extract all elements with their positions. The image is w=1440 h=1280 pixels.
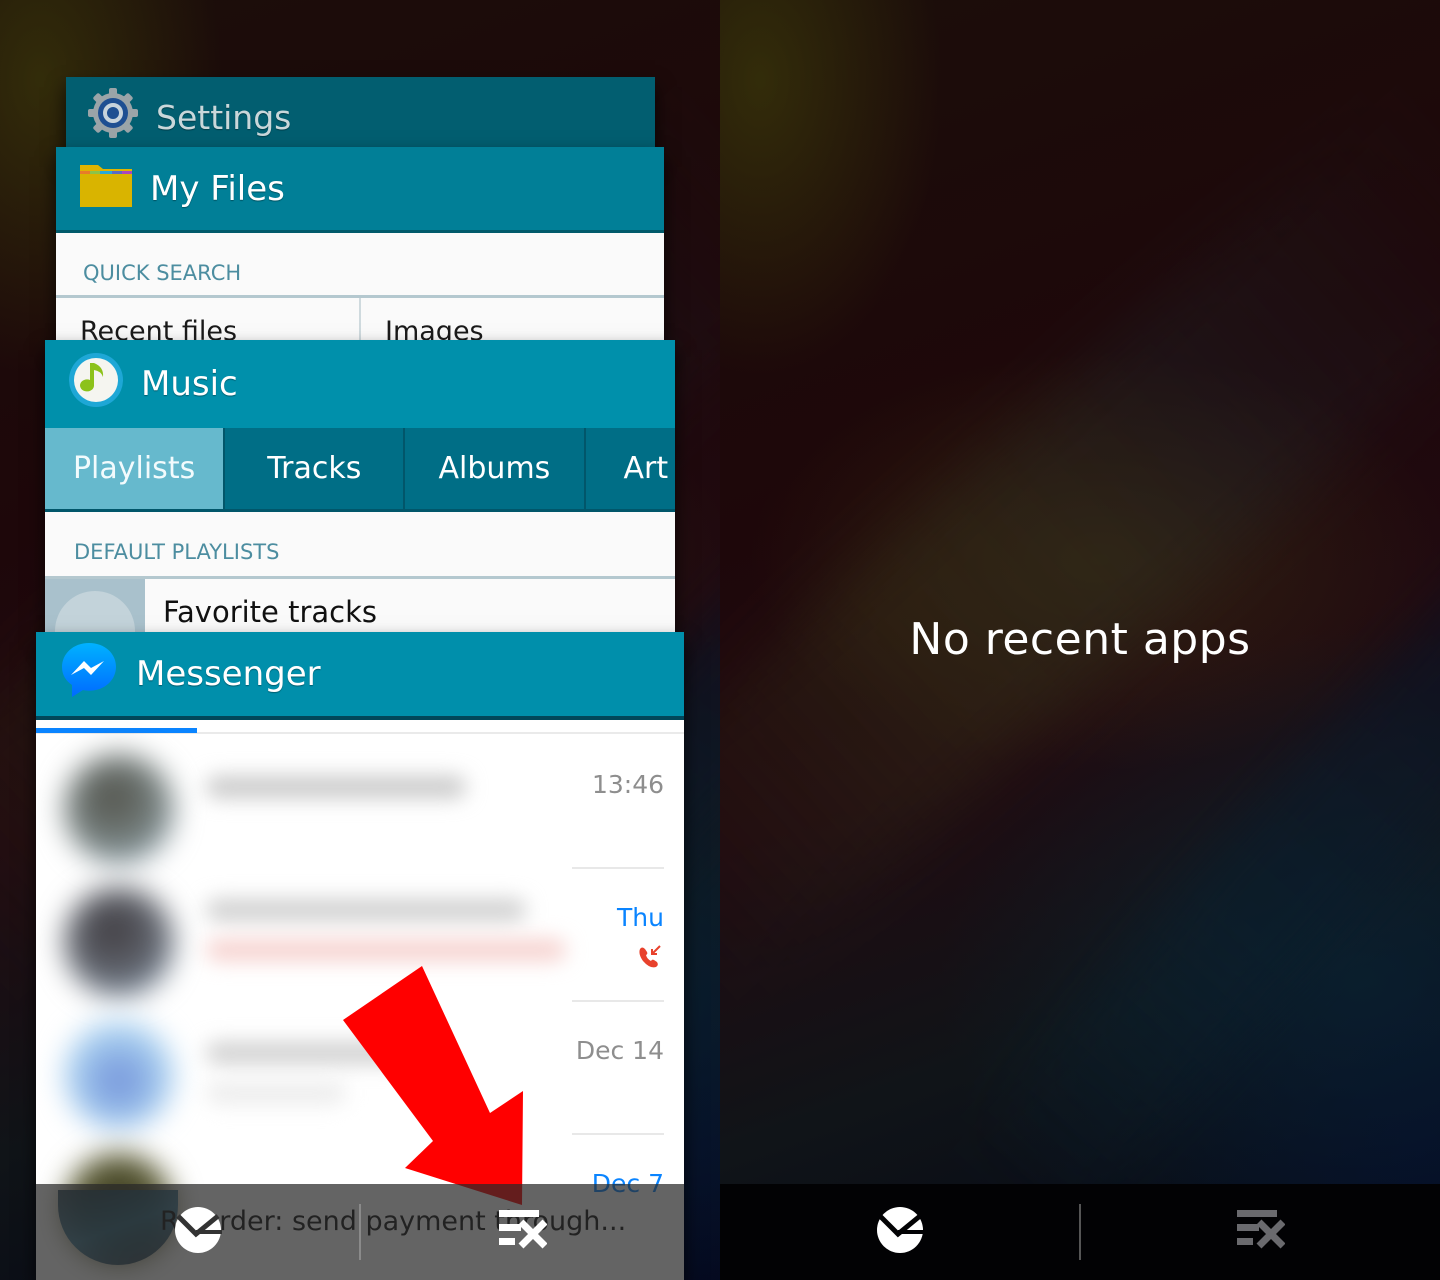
card-header: My Files xyxy=(56,147,664,233)
contact-name-redacted xyxy=(206,899,526,921)
tab-tracks: Tracks xyxy=(225,428,406,509)
avatar xyxy=(64,754,174,864)
tab-playlists: Playlists xyxy=(45,428,226,509)
conversation-row: 13:46 xyxy=(36,736,684,869)
app-title: My Files xyxy=(150,168,285,209)
card-header: Settings xyxy=(66,77,655,157)
recent-apps-screen-empty: No recent apps xyxy=(720,0,1440,1280)
messenger-icon xyxy=(58,639,120,710)
message-preview-redacted xyxy=(206,1082,346,1104)
close-all-icon xyxy=(498,1210,547,1254)
red-arrow-annotation xyxy=(343,966,523,1205)
tab-indicator-bar xyxy=(36,720,684,734)
conversation-time: 13:46 xyxy=(591,770,664,799)
contact-name-redacted xyxy=(206,776,466,798)
task-manager-button[interactable] xyxy=(36,1184,359,1280)
recent-app-card-my-files[interactable]: My Files QUICK SEARCH Recent files Image… xyxy=(56,147,664,347)
tab-artists: Art xyxy=(623,451,669,486)
gear-icon xyxy=(86,86,140,149)
avatar xyxy=(64,887,174,997)
close-all-icon xyxy=(1236,1210,1285,1254)
music-tab-bar: Playlists Tracks Albums Art xyxy=(45,428,675,512)
close-all-button[interactable] xyxy=(361,1184,684,1280)
recent-app-card-music[interactable]: Music Playlists Tracks Albums Art DEFAUL… xyxy=(45,340,675,640)
empty-state-message: No recent apps xyxy=(909,614,1251,665)
task-manager-icon xyxy=(174,1206,222,1258)
section-label: DEFAULT PLAYLISTS xyxy=(74,540,280,564)
task-manager-icon xyxy=(876,1206,924,1258)
close-all-button-disabled[interactable] xyxy=(1081,1184,1440,1280)
playlist-thumbnail xyxy=(45,579,145,636)
recent-app-card-settings[interactable]: Settings xyxy=(66,77,655,157)
section-label: QUICK SEARCH xyxy=(83,261,242,285)
recents-bottom-bar xyxy=(720,1184,1440,1280)
missed-call-icon xyxy=(636,943,662,969)
active-tab-indicator xyxy=(36,728,197,733)
app-title: Music xyxy=(141,364,238,404)
task-manager-button[interactable] xyxy=(720,1184,1079,1280)
conversation-time: Dec 14 xyxy=(575,1036,664,1065)
folder-icon xyxy=(78,159,134,218)
music-note-icon xyxy=(67,351,125,418)
conversation-time: Thu xyxy=(617,903,664,932)
playlist-name: Favorite tracks xyxy=(163,595,378,629)
recents-bottom-bar xyxy=(36,1184,684,1280)
avatar xyxy=(64,1020,174,1130)
app-title: Messenger xyxy=(136,654,321,694)
card-header: Music xyxy=(45,340,675,428)
app-title: Settings xyxy=(156,97,292,137)
playlist-row: Favorite tracks xyxy=(45,576,675,636)
card-header: Messenger xyxy=(36,632,684,720)
tab-albums: Albums xyxy=(405,428,586,509)
recent-apps-screen: Settings My Files QUICK SEARCH Recent fi… xyxy=(0,0,720,1280)
